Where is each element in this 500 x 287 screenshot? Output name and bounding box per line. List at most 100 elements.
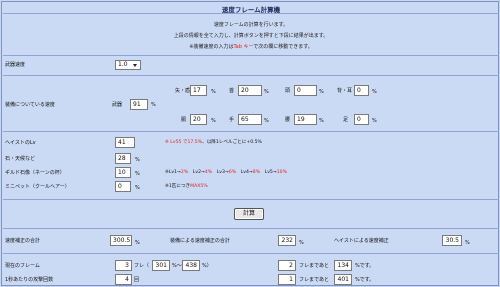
guild-note-part: Lv3→ bbox=[212, 170, 229, 175]
section-divider-3 bbox=[3, 199, 499, 200]
haste-note-rest: 、以降1レベルごとに+0.5% bbox=[202, 140, 262, 145]
intro-line-1: 速度フレームの計算を行います。 bbox=[213, 22, 289, 28]
intro-tab-key: Tab キー bbox=[233, 44, 254, 50]
section-divider-5 bbox=[3, 253, 499, 254]
next-frame-mid: フレまであと bbox=[299, 263, 329, 269]
attacks-per-second-unit: 回 bbox=[134, 277, 140, 283]
next-frame-diff-output: 134 bbox=[334, 260, 352, 271]
weapon-speed-unit: % bbox=[151, 102, 156, 108]
haste-correction-output: 30.5 bbox=[442, 235, 462, 246]
weapon-label: 武器 bbox=[112, 102, 123, 108]
guild-statue-unit: % bbox=[135, 171, 140, 177]
guild-statue-input[interactable]: 10 bbox=[115, 167, 131, 178]
speed-total-unit: % bbox=[135, 240, 140, 246]
attack-bonus-label: 石・天候など bbox=[5, 156, 36, 162]
guild-note-part: 10% bbox=[276, 170, 287, 175]
attack-bonus-unit: % bbox=[135, 157, 140, 163]
frame-range-end: %） bbox=[202, 263, 212, 269]
guild-statue-label: ギルド石像（ネーンの杯） bbox=[5, 170, 65, 176]
haste-note: ※ Lv55 で17.5%、以降1レベルごとに+0.5% bbox=[165, 140, 262, 146]
slot-unit-arrow-shield: % bbox=[211, 89, 216, 95]
guild-note-part: ※Lv1→ bbox=[165, 170, 181, 175]
equip-speed-label: 装備についている速度 bbox=[5, 102, 55, 108]
slot-label-head: 頭 bbox=[285, 88, 291, 94]
slot-unit-waist: % bbox=[319, 118, 324, 124]
slot-input-body[interactable]: 20 bbox=[190, 114, 207, 125]
guild-statue-note: ※Lv1→2% Lv2→4% Lv3→6% Lv4→8% Lv5→10% bbox=[165, 170, 287, 176]
slot-label-neck: 首 bbox=[229, 88, 235, 94]
slot-label-hand: 手 bbox=[229, 117, 235, 123]
section-divider-4 bbox=[3, 228, 499, 229]
equip-total-output: 232 bbox=[278, 235, 296, 246]
minipet-input[interactable]: 0 bbox=[115, 181, 131, 192]
attack-speed-value: 1.0 bbox=[118, 61, 128, 68]
minipet-label: ミニペット（クールヘアー） bbox=[5, 184, 70, 190]
minipet-unit: % bbox=[135, 185, 140, 191]
slot-input-hand[interactable]: 65 bbox=[238, 114, 262, 125]
next-frame-2-output: 1 bbox=[278, 274, 296, 285]
next-frame-2-mid: フレまであと bbox=[299, 277, 329, 283]
calculate-button[interactable]: 計算 bbox=[234, 208, 264, 220]
slot-unit-neck: % bbox=[264, 89, 269, 95]
guild-note-part: Lv4→ bbox=[236, 170, 253, 175]
haste-note-red: ※ Lv55 で17.5% bbox=[165, 140, 203, 145]
slot-label-waist: 腰 bbox=[285, 117, 291, 123]
current-frames-label: 現在のフレーム bbox=[5, 263, 40, 269]
slot-input-foot[interactable]: 0 bbox=[354, 114, 369, 125]
minipet-note-pre: ※1匹につき bbox=[165, 184, 191, 189]
haste-correction-unit: % bbox=[465, 240, 470, 246]
frame-range-sep: %～ bbox=[172, 263, 182, 269]
haste-level-label: ヘイストのLv bbox=[5, 140, 36, 146]
slot-label-back-ear: 背・耳 bbox=[337, 88, 353, 94]
speed-total-label: 速度補正の合計 bbox=[5, 238, 41, 244]
next-frame-2-diff-output: 401 bbox=[334, 274, 352, 285]
weapon-speed-input[interactable]: 91 bbox=[130, 99, 148, 110]
slot-unit-head: % bbox=[319, 89, 324, 95]
current-frames-mid: フレ（ bbox=[134, 263, 150, 269]
next-frame-output: 2 bbox=[278, 260, 296, 271]
slot-label-arrow-shield: 矢・盾 bbox=[175, 88, 191, 94]
section-divider-2 bbox=[3, 131, 499, 132]
slot-input-waist[interactable]: 19 bbox=[294, 114, 317, 125]
equip-total-unit: % bbox=[299, 240, 304, 246]
guild-note-part: Lv5→ bbox=[260, 170, 277, 175]
next-frame-2-end: %です。 bbox=[355, 277, 375, 283]
speed-total-output: 300.5 bbox=[110, 235, 132, 246]
guild-note-part: Lv2→ bbox=[188, 170, 205, 175]
slot-label-body: 胴 bbox=[181, 117, 187, 123]
frame-range-low-output: 301 bbox=[152, 260, 170, 271]
current-frames-output: 3 bbox=[115, 260, 132, 271]
section-divider-top bbox=[3, 55, 499, 56]
intro-line-2: 上段の情報を全て入力し、計算ボタンを押すと下段に結果が出ます。 bbox=[173, 33, 329, 39]
slot-input-back-ear[interactable]: 0 bbox=[354, 85, 369, 96]
intro-line-3: ※装備速度の入力はTab キーで次の欄に移動できます。 bbox=[2, 43, 500, 50]
minipet-note: ※1匹につきMAX5% bbox=[165, 184, 208, 190]
next-frame-end: %です。 bbox=[355, 263, 375, 269]
haste-level-input[interactable]: 41 bbox=[115, 137, 135, 148]
slot-unit-hand: % bbox=[264, 118, 269, 124]
title-divider bbox=[3, 13, 499, 14]
intro-line-3-post: で次の欄に移動できます。 bbox=[253, 44, 313, 50]
slot-unit-foot: % bbox=[372, 118, 377, 124]
slot-unit-body: % bbox=[211, 118, 216, 124]
frame-range-high-output: 438 bbox=[182, 260, 200, 271]
slot-unit-back-ear: % bbox=[372, 89, 377, 95]
minipet-note-red: MAX5% bbox=[190, 184, 208, 189]
slot-input-head[interactable]: 0 bbox=[294, 85, 317, 96]
attacks-per-second-label: 1秒あたりの攻撃回数 bbox=[5, 277, 54, 283]
chevron-down-icon bbox=[133, 64, 137, 67]
attacks-per-second-output: 4 bbox=[115, 274, 132, 285]
slot-label-foot: 足 bbox=[343, 117, 349, 123]
equip-total-label: 装備による速度補正の合計 bbox=[170, 238, 230, 244]
slot-input-neck[interactable]: 20 bbox=[238, 85, 262, 96]
guild-note-part: 6% bbox=[228, 170, 237, 175]
haste-correction-label: ヘイストによる速度補正 bbox=[334, 238, 389, 244]
guild-note-part: 8% bbox=[252, 170, 261, 175]
attack-bonus-input[interactable]: 28 bbox=[115, 153, 131, 164]
attack-speed-select[interactable]: 1.0 bbox=[115, 60, 141, 70]
calculator-frame: 速度フレーム計算機 速度フレームの計算を行います。 上段の情報を全て入力し、計算… bbox=[1, 1, 499, 286]
intro-line-3-pre: ※装備速度の入力は bbox=[189, 44, 234, 50]
attack-speed-label: 武器速度 bbox=[5, 62, 26, 68]
slot-input-arrow-shield[interactable]: 17 bbox=[190, 85, 207, 96]
section-divider-1 bbox=[3, 75, 499, 76]
